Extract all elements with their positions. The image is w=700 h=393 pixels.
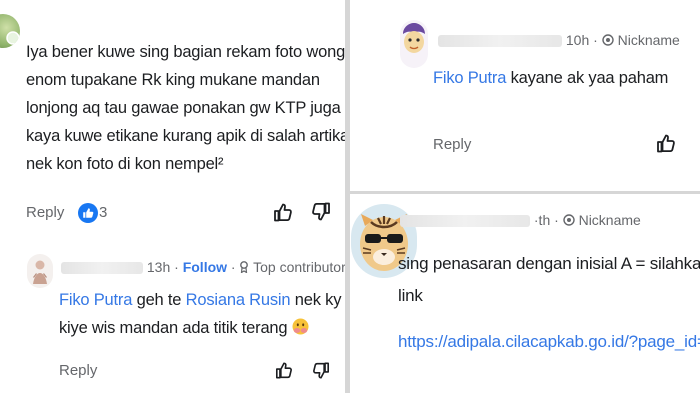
shushing-face-emoji-icon <box>292 316 309 335</box>
section-separator <box>350 191 700 194</box>
thumbs-up-icon[interactable] <box>273 201 293 223</box>
thumbs-down-icon[interactable] <box>312 361 330 381</box>
reply-2-time: 10h <box>565 32 590 48</box>
comment-1-line-3: lonjong aq tau gawae ponakan gw KTP juga <box>26 99 341 117</box>
reply-1-time: 13h <box>146 259 171 275</box>
reply-2-reply-button[interactable]: Reply <box>433 136 471 153</box>
commenter-avatar-cartoon[interactable] <box>400 20 428 68</box>
reply-3-line-2: link <box>398 286 423 305</box>
reply-1-line-2: kiye wis mandan ada titik terang <box>59 314 309 342</box>
thumbs-up-icon[interactable] <box>656 132 676 154</box>
reply-3-link[interactable]: https://adipala.cilacapkab.go.id/?page_i… <box>398 328 700 356</box>
comment-1-reply-button[interactable]: Reply <box>26 204 64 221</box>
comment-1-line-2: enom tupakane Rk king mukane mandan <box>26 71 320 89</box>
reply-3-meta: ·th · Nickname <box>400 212 641 228</box>
comment-1-line-4: kaya kuwe etikane kurang apik di salah a… <box>26 127 345 145</box>
comment-1-line-1: Iya bener kuwe sing bagian rekam foto wo… <box>26 43 345 61</box>
reply-2-text: Fiko Putra kayane ak yaa paham <box>433 69 669 87</box>
reply-3-time: ·th <box>533 212 551 228</box>
comment-1-reaction-count: 3 <box>99 204 108 221</box>
reply-1-line-1: Fiko Putra geh te Rosiana Rusin nek ky <box>59 291 342 309</box>
redacted-username <box>400 215 530 228</box>
cartoon-face-icon <box>403 23 425 53</box>
top-contributor-badge: Top contributor <box>253 259 345 275</box>
top-contributor-icon <box>239 260 249 274</box>
mention-rosiana-rusin[interactable]: Rosiana Rusin <box>186 291 291 309</box>
person-figure-icon <box>33 260 47 284</box>
redacted-username <box>61 262 143 275</box>
comment-1-line-5: nek kon foto di kon nempel² <box>26 155 224 173</box>
nickname-icon <box>602 33 614 46</box>
thumbs-down-icon[interactable] <box>311 201 331 223</box>
follow-button[interactable]: Follow <box>183 259 227 275</box>
reply-avatar[interactable] <box>27 254 53 288</box>
reply-1-meta: 13h · Follow · Top contributor <box>61 259 345 275</box>
like-reaction-icon[interactable] <box>78 203 98 223</box>
thumbs-up-icon[interactable] <box>275 360 293 380</box>
avatar-badge-icon <box>6 31 20 45</box>
mention-fiko-putra[interactable]: Fiko Putra <box>433 69 506 87</box>
redacted-username <box>438 35 562 48</box>
reply-1-reply-button[interactable]: Reply <box>59 362 97 379</box>
reply-2-meta: 10h · Nickname <box>438 32 680 48</box>
reply-3-line-1: sing penasaran dengan inisial A = silahk… <box>398 254 700 273</box>
commenter-avatar[interactable] <box>0 14 20 48</box>
nickname-icon <box>562 213 575 226</box>
nickname-badge: Nickname <box>617 32 680 48</box>
nickname-badge: Nickname <box>578 212 641 228</box>
mention-fiko-putra[interactable]: Fiko Putra <box>59 291 132 309</box>
left-comment-panel: Iya bener kuwe sing bagian rekam foto wo… <box>0 0 345 393</box>
